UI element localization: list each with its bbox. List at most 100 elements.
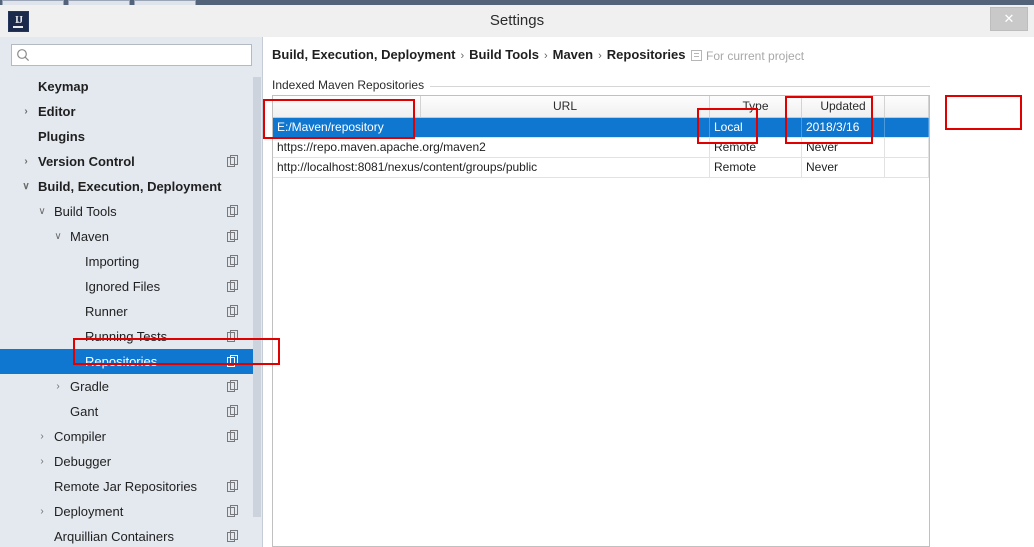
sidebar-item-label: Running Tests xyxy=(85,329,168,344)
breadcrumb-crumb-3: Maven xyxy=(552,47,594,62)
settings-dialog: IJ Settings ✕ Keymap › Editor Plugins › Versi… xyxy=(0,5,1034,547)
close-icon[interactable]: ✕ xyxy=(990,7,1028,31)
sidebar-item-remote-jar-repositories[interactable]: Remote Jar Repositories xyxy=(0,474,255,499)
copy-settings-icon[interactable] xyxy=(227,380,239,393)
table-cell-url: https://repo.maven.apache.org/maven2 xyxy=(273,138,710,157)
table-cell-updated: Never xyxy=(802,158,885,177)
sidebar-item-compiler[interactable]: › Compiler xyxy=(0,424,255,449)
sidebar-item-plugins[interactable]: Plugins xyxy=(0,124,255,149)
chevron-icon[interactable]: › xyxy=(36,499,48,524)
sidebar-item-label: Compiler xyxy=(54,429,107,444)
copy-settings-icon[interactable] xyxy=(227,155,239,168)
page-title: Settings xyxy=(489,12,545,29)
chevron-icon[interactable]: ∨ xyxy=(52,224,64,249)
copy-settings-icon[interactable] xyxy=(227,430,239,443)
table-cell-url: http://localhost:8081/nexus/content/grou… xyxy=(273,158,710,177)
sidebar-item-label: Build, Execution, Deployment xyxy=(38,179,222,194)
copy-settings-icon[interactable] xyxy=(227,230,239,243)
copy-settings-icon[interactable] xyxy=(227,355,239,368)
table-cell-updated: Never xyxy=(802,138,885,157)
copy-settings-icon[interactable] xyxy=(227,405,239,418)
table-cell-type: Local xyxy=(710,118,802,137)
table-cell-type: Remote xyxy=(710,138,802,157)
table-header-blank-4[interactable] xyxy=(885,96,929,117)
sidebar-item-label: Gradle xyxy=(70,379,110,394)
breadcrumb-crumb-1: Build, Execution, Deployment xyxy=(272,47,456,62)
breadcrumb-separator: › xyxy=(598,50,602,62)
settings-sidebar: Keymap › Editor Plugins › Version Control ∨ Bui… xyxy=(0,37,263,547)
sidebar-item-label: Version Control xyxy=(38,154,135,169)
copy-settings-icon[interactable] xyxy=(227,330,239,343)
dialog-titlebar: IJ Settings ✕ xyxy=(0,5,1034,38)
sidebar-item-maven[interactable]: ∨ Maven xyxy=(0,224,255,249)
settings-main-panel: Build, Execution, Deployment › Build Tools… xyxy=(263,37,1034,547)
scope-note-label: For current project xyxy=(706,49,805,63)
sidebar-item-label: Maven xyxy=(70,229,110,244)
sidebar-item-deployment[interactable]: › Deployment xyxy=(0,499,255,524)
group-title: Indexed Maven Repositories xyxy=(272,78,431,92)
sidebar-item-repositories[interactable]: Repositories xyxy=(0,349,255,374)
chevron-icon[interactable]: ∨ xyxy=(20,174,32,199)
table-row[interactable]: E:/Maven/repository Local 2018/3/16 xyxy=(273,118,929,138)
sidebar-item-gradle[interactable]: › Gradle xyxy=(0,374,255,399)
repositories-table: URL Type Updated E:/Maven/repository Local 2… xyxy=(272,95,930,547)
sidebar-item-gant[interactable]: Gant xyxy=(0,399,255,424)
project-scope-icon xyxy=(691,50,702,61)
search-input[interactable] xyxy=(34,45,252,67)
table-row[interactable]: http://localhost:8081/nexus/content/grou… xyxy=(273,158,929,178)
chevron-icon[interactable]: › xyxy=(36,424,48,449)
copy-settings-icon[interactable] xyxy=(227,480,239,493)
dialog-content: Keymap › Editor Plugins › Version Control ∨ Bui… xyxy=(0,37,1034,547)
sidebar-item-label: Remote Jar Repositories xyxy=(54,479,198,494)
table-cell-blank xyxy=(885,118,929,137)
sidebar-item-label: Ignored Files xyxy=(85,279,161,294)
breadcrumb-separator: › xyxy=(460,50,465,62)
copy-settings-icon[interactable] xyxy=(227,505,239,518)
table-header-type[interactable]: Type xyxy=(710,96,802,117)
copy-settings-icon[interactable] xyxy=(227,205,239,218)
sidebar-item-label: Gant xyxy=(70,404,99,419)
sidebar-item-label: Deployment xyxy=(54,504,124,519)
sidebar-item-label: Repositories xyxy=(85,354,158,369)
chevron-icon[interactable]: › xyxy=(36,449,48,474)
breadcrumb-separator: › xyxy=(543,50,548,62)
sidebar-item-debugger[interactable]: › Debugger xyxy=(0,449,255,474)
sidebar-item-build-tools[interactable]: ∨ Build Tools xyxy=(0,199,255,224)
sidebar-item-ignored-files[interactable]: Ignored Files xyxy=(0,274,255,299)
sidebar-item-build-execution-deployment[interactable]: ∨ Build, Execution, Deployment xyxy=(0,174,255,199)
sidebar-scrollbar-thumb[interactable] xyxy=(253,77,261,517)
copy-settings-icon[interactable] xyxy=(227,530,239,543)
sidebar-item-editor[interactable]: › Editor xyxy=(0,99,255,124)
chevron-icon[interactable]: › xyxy=(52,374,64,399)
table-header-url[interactable]: URL xyxy=(421,96,710,117)
screenshot-root: IJ Settings ✕ Keymap › Editor Plugins › Versi… xyxy=(0,0,1034,547)
copy-settings-icon[interactable] xyxy=(227,255,239,268)
sidebar-item-label: Plugins xyxy=(38,129,85,144)
breadcrumb: Build, Execution, Deployment › Build Tools… xyxy=(272,47,686,62)
chevron-icon[interactable]: ∨ xyxy=(36,199,48,224)
sidebar-item-keymap[interactable]: Keymap xyxy=(0,74,255,99)
copy-settings-icon[interactable] xyxy=(227,305,239,318)
chevron-icon[interactable]: › xyxy=(20,149,32,174)
search-box[interactable] xyxy=(11,44,252,67)
table-row[interactable]: https://repo.maven.apache.org/maven2 Remo… xyxy=(273,138,929,158)
table-header-blank-0[interactable] xyxy=(273,96,421,117)
chevron-icon[interactable]: › xyxy=(20,99,32,124)
sidebar-item-running-tests[interactable]: Running Tests xyxy=(0,324,255,349)
sidebar-item-label: Debugger xyxy=(54,454,112,469)
sidebar-item-arquillian-containers[interactable]: Arquillian Containers xyxy=(0,524,255,547)
sidebar-item-label: Arquillian Containers xyxy=(54,529,174,544)
sidebar-item-label: Keymap xyxy=(38,79,89,94)
sidebar-item-version-control[interactable]: › Version Control xyxy=(0,149,255,174)
table-cell-type: Remote xyxy=(710,158,802,177)
table-header-updated[interactable]: Updated xyxy=(802,96,885,117)
sidebar-item-importing[interactable]: Importing xyxy=(0,249,255,274)
table-cell-url: E:/Maven/repository xyxy=(273,118,710,137)
sidebar-item-label: Build Tools xyxy=(54,204,117,219)
copy-settings-icon[interactable] xyxy=(227,280,239,293)
settings-tree: Keymap › Editor Plugins › Version Control ∨ Bui… xyxy=(0,74,255,547)
table-cell-blank xyxy=(885,158,929,177)
table-header-row: URL Type Updated xyxy=(273,96,929,118)
sidebar-item-runner[interactable]: Runner xyxy=(0,299,255,324)
table-cell-updated: 2018/3/16 xyxy=(802,118,885,137)
